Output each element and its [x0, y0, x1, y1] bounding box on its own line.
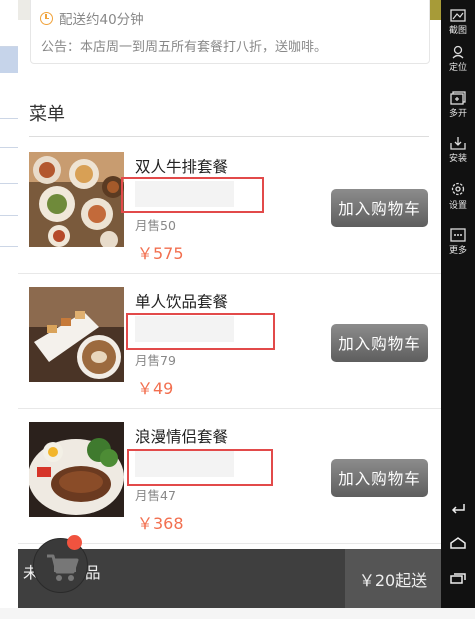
add-to-cart-button[interactable]: 加入购物车	[331, 324, 428, 362]
more-icon	[450, 228, 466, 242]
item-price: ￥575	[137, 244, 184, 263]
tool-label: 更多	[448, 246, 467, 256]
food-image-drink-set	[29, 287, 124, 382]
screenshot-tool[interactable]: 截图	[441, 8, 475, 36]
item-sales: 月售79	[135, 353, 176, 368]
install-icon	[450, 137, 466, 150]
location-tool[interactable]: 定位	[441, 45, 475, 73]
shopping-cart-icon	[47, 554, 79, 581]
delivery-time: 配送约40分钟	[59, 12, 144, 28]
shop-info-card: 配送约40分钟 公告：本店周一到周五所有套餐打八折，送咖啡。	[30, 0, 430, 64]
recent-apps-icon	[450, 573, 466, 584]
annotation-box	[121, 177, 264, 213]
item-name: 双人牛排套餐	[135, 158, 229, 176]
cart-badge	[67, 535, 82, 550]
install-tool[interactable]: 安装	[441, 136, 475, 164]
recent-apps-button[interactable]	[441, 572, 475, 584]
more-tool[interactable]: 更多	[441, 228, 475, 256]
checkout-button[interactable]: ￥20起送	[345, 549, 441, 608]
gear-icon	[451, 182, 465, 196]
screenshot-icon	[450, 9, 466, 22]
clock-icon	[40, 11, 53, 25]
location-icon	[452, 45, 464, 59]
background-app-panel	[0, 0, 19, 619]
tool-label: 截图	[448, 26, 467, 36]
home-icon	[450, 537, 466, 549]
food-image-steak-set	[29, 152, 124, 247]
background-strip	[0, 608, 475, 619]
food-image-couple-set	[29, 422, 124, 517]
tool-label: 安装	[448, 154, 467, 164]
item-price: ￥368	[137, 514, 184, 533]
item-sales: 月售47	[135, 488, 176, 503]
add-to-cart-button[interactable]: 加入购物车	[331, 189, 428, 227]
annotation-box	[126, 313, 275, 350]
emulator-toolbar: 截图 定位 多开 安装 设置 更多	[441, 0, 475, 608]
settings-tool[interactable]: 设置	[441, 181, 475, 211]
home-button[interactable]	[441, 537, 475, 549]
divider	[29, 136, 429, 137]
phone-screen: 配送约40分钟 公告：本店周一到周五所有套餐打八折，送咖啡。 菜单 双人牛排套餐…	[18, 0, 441, 608]
shop-notice: 公告：本店周一到周五所有套餐打八折，送咖啡。	[41, 40, 328, 55]
back-icon	[451, 504, 465, 514]
tool-label: 定位	[448, 63, 467, 73]
tool-label: 设置	[448, 201, 467, 211]
annotation-box	[127, 449, 273, 486]
add-to-cart-button[interactable]: 加入购物车	[331, 459, 428, 497]
multi-open-icon	[450, 91, 466, 105]
tool-label: 多开	[448, 109, 467, 119]
item-name: 浪漫情侣套餐	[135, 428, 229, 446]
menu-title: 菜单	[29, 104, 65, 125]
item-sales: 月售50	[135, 218, 176, 233]
multi-open-tool[interactable]: 多开	[441, 91, 475, 119]
item-price: ￥49	[137, 379, 174, 398]
item-name: 单人饮品套餐	[135, 293, 229, 311]
back-button[interactable]	[441, 502, 475, 514]
